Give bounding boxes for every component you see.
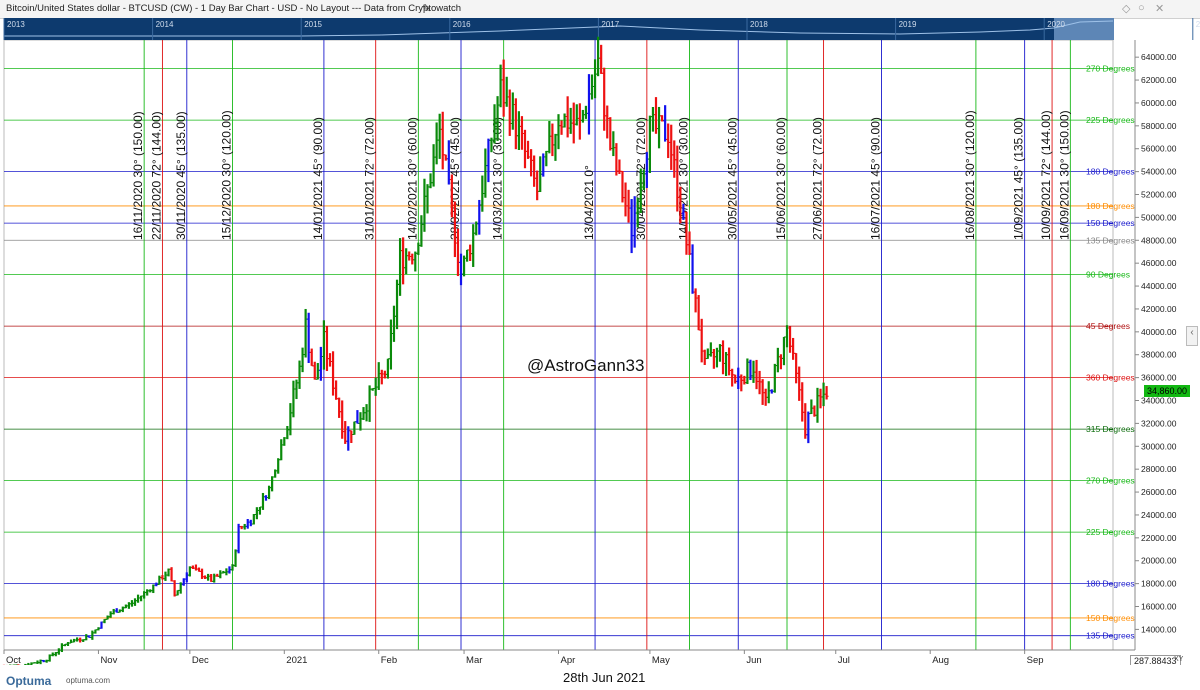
- gann-time-label: 14/01/2021 45° (90.00): [311, 117, 325, 240]
- gann-time-label: 27/06/2021 72° (72.00): [811, 117, 825, 240]
- overview-year-label: 2021: [1196, 20, 1200, 29]
- chevron-left-icon[interactable]: ‹: [1186, 326, 1198, 346]
- y-tick-label: 34000.00: [1141, 396, 1177, 406]
- y-tick-label: 44000.00: [1141, 281, 1177, 291]
- gann-level-label: 180 Degrees: [1086, 579, 1135, 589]
- gann-time-label: 13/04/2021 0°: [582, 165, 596, 240]
- y-tick-label: 16000.00: [1141, 602, 1177, 612]
- y-tick-label: 62000.00: [1141, 75, 1177, 85]
- gann-level-label: 180 Degrees: [1086, 167, 1135, 177]
- y-tick-label: 58000.00: [1141, 121, 1177, 131]
- y-tick-label: 56000.00: [1141, 144, 1177, 154]
- overview-year-label: 2015: [304, 20, 322, 29]
- footer: Optuma optuma.com 28th Jun 2021: [0, 665, 1200, 690]
- author-watermark: @AstroGann33: [527, 356, 645, 375]
- gann-level-label: 150 Degrees: [1086, 613, 1135, 623]
- y-tick-label: 40000.00: [1141, 327, 1177, 337]
- y-tick-label: 28000.00: [1141, 464, 1177, 474]
- gann-level-label: 150 Degrees: [1086, 218, 1135, 228]
- gann-time-label: 22/11/2020 72° (144.00): [149, 111, 163, 240]
- gann-level-label: 360 Degrees: [1086, 373, 1135, 383]
- gann-level-label: 270 Degrees: [1086, 64, 1135, 74]
- gann-level-label: 90 Degrees: [1086, 270, 1130, 280]
- gann-time-label: 16/08/2021 30° (120.00): [963, 110, 977, 240]
- gann-time-label: 15/06/2021 30° (60.00): [774, 117, 788, 240]
- gann-level-label: 225 Degrees: [1086, 115, 1135, 125]
- y-tick-label: 36000.00: [1141, 373, 1177, 383]
- gann-time-label: 16/09/2021 30° (150.00): [1057, 110, 1071, 240]
- gann-time-label: 30/11/2020 45° (135.00): [174, 111, 188, 240]
- y-tick-label: 22000.00: [1141, 533, 1177, 543]
- y-tick-label: 18000.00: [1141, 579, 1177, 589]
- gann-level-label: 315 Degrees: [1086, 424, 1135, 434]
- y-tick-label: 60000.00: [1141, 98, 1177, 108]
- gann-time-label: 31/01/2021 72° (72.00): [363, 117, 377, 240]
- y-tick-label: 52000.00: [1141, 190, 1177, 200]
- optuma-logo: Optuma: [6, 674, 52, 688]
- overview-year-label: 2014: [156, 20, 174, 29]
- y-tick-label: 38000.00: [1141, 350, 1177, 360]
- y-tick-label: 14000.00: [1141, 624, 1177, 634]
- gann-time-label: 14/02/2021 30° (60.00): [405, 117, 419, 240]
- date-caption: 28th Jun 2021: [563, 670, 646, 685]
- y-tick-label: 48000.00: [1141, 235, 1177, 245]
- optuma-url[interactable]: optuma.com: [66, 676, 110, 685]
- overview-year-label: 2020: [1047, 20, 1065, 29]
- overview-year-label: 2018: [750, 20, 768, 29]
- overview-year-label: 2013: [7, 20, 25, 29]
- gann-time-label: 30/05/2021 45° (45.00): [725, 117, 739, 240]
- gann-time-label: 16/11/2020 30° (150.00): [131, 111, 145, 240]
- overview-year-label: 2016: [453, 20, 471, 29]
- y-tick-label: 54000.00: [1141, 167, 1177, 177]
- last-price-label: 34,860.00: [1144, 385, 1191, 397]
- gann-time-label: 1/09/2021 45° (135.00): [1012, 117, 1026, 240]
- y-tick-label: 64000.00: [1141, 52, 1177, 62]
- y-tick-label: 46000.00: [1141, 258, 1177, 268]
- gann-time-label: 16/07/2021 45° (90.00): [868, 117, 882, 240]
- xy-mode-label[interactable]: XY: [1174, 656, 1183, 663]
- y-tick-label: 20000.00: [1141, 556, 1177, 566]
- gann-time-label: 10/09/2021 72° (144.00): [1039, 110, 1053, 240]
- y-tick-label: 32000.00: [1141, 418, 1177, 428]
- gann-level-label: 180 Degrees: [1086, 201, 1135, 211]
- y-tick-label: 50000.00: [1141, 212, 1177, 222]
- chart-canvas[interactable]: 2013 2014 2015 2016 2017 2018 2019 2020 2021 135 …: [0, 0, 1200, 690]
- overview-year-label: 2017: [601, 20, 619, 29]
- y-tick-label: 26000.00: [1141, 487, 1177, 497]
- gann-time-label: 15/12/2020 30° (120.00): [220, 110, 234, 240]
- gann-level-label: 45 Degrees: [1086, 321, 1130, 331]
- gann-level-label: 225 Degrees: [1086, 527, 1135, 537]
- gann-time-label: 14/05/2021 30° (30.00): [677, 117, 691, 240]
- y-tick-label: 42000.00: [1141, 304, 1177, 314]
- y-tick-label: 24000.00: [1141, 510, 1177, 520]
- y-tick-label: 30000.00: [1141, 441, 1177, 451]
- gann-level-label: 270 Degrees: [1086, 476, 1135, 486]
- gann-level-label: 135 Degrees: [1086, 631, 1135, 641]
- overview-year-label: 2019: [899, 20, 917, 29]
- gann-level-label: 135 Degrees: [1086, 235, 1135, 245]
